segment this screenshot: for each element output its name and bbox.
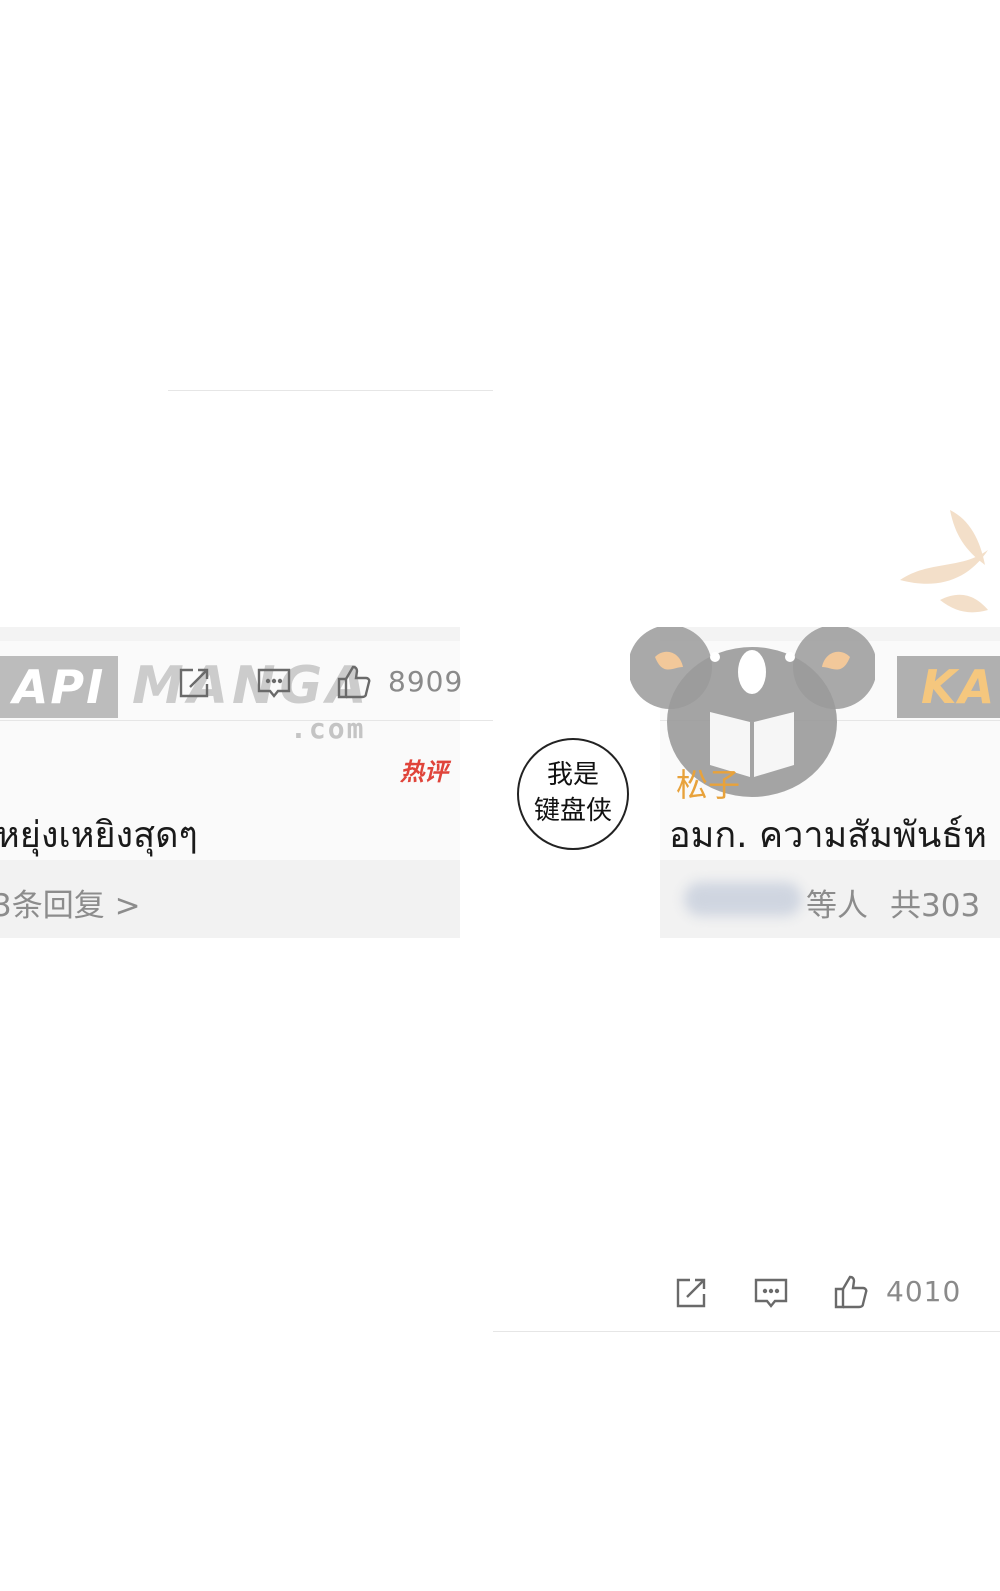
top-divider: [168, 390, 493, 391]
avatar-text-line2: 键盘侠: [533, 796, 612, 826]
share-icon[interactable]: [176, 665, 212, 701]
comment-text: หยุ่งเหยิงสุดๆ: [0, 815, 198, 856]
comment-text-right: อมก. ความสัมพันธ์ห: [669, 815, 988, 856]
comment-username[interactable]: 松子: [676, 760, 740, 806]
thumbs-up-icon[interactable]: [833, 1274, 869, 1310]
watermark-box-right: KA: [897, 656, 1000, 718]
bottom-divider: [493, 1331, 1000, 1332]
hot-comment-badge: 热评: [400, 758, 448, 786]
avatar[interactable]: 我是 键盘侠: [517, 738, 629, 850]
total-replies-link[interactable]: 共303: [890, 880, 980, 925]
share-icon[interactable]: [673, 1275, 709, 1311]
blurred-usernames: [684, 882, 802, 916]
watermark-manga: MANGA: [132, 656, 371, 716]
avatar-text-line1: 我是: [546, 760, 599, 790]
left-card-header-strip: [0, 627, 460, 641]
watermark-dotcom: .com: [290, 712, 366, 745]
comment-icon[interactable]: [753, 1275, 789, 1311]
leaf-watermark-icon: [880, 490, 990, 630]
like-count: 4010: [886, 1275, 962, 1308]
koala-watermark-icon: [628, 625, 877, 797]
repliers-suffix: 等人: [806, 888, 868, 924]
watermark-box-left: API: [0, 656, 118, 718]
thumbs-up-icon[interactable]: [336, 664, 372, 700]
comment-icon[interactable]: [256, 665, 292, 701]
like-count: 8909: [388, 665, 464, 698]
replies-link[interactable]: 3条回复 >: [0, 880, 141, 925]
left-card-divider: [0, 720, 493, 721]
